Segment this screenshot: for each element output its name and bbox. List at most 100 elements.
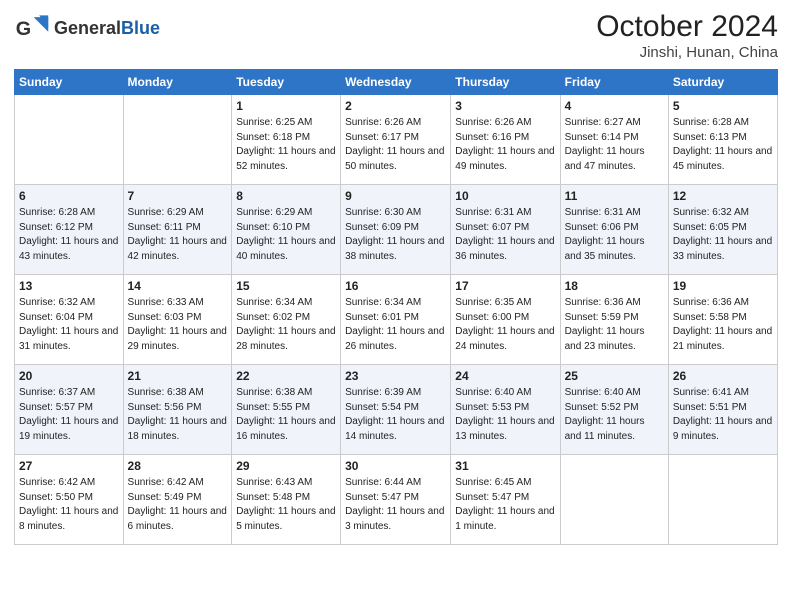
day-number: 7 — [128, 188, 228, 204]
day-number: 5 — [673, 98, 773, 114]
page: G GeneralBlue October 2024 Jinshi, Hunan… — [0, 0, 792, 612]
calendar-subtitle: Jinshi, Hunan, China — [596, 44, 778, 61]
day-number: 10 — [455, 188, 555, 204]
day-cell — [15, 95, 124, 185]
weekday-friday: Friday — [560, 70, 668, 95]
day-cell: 1 Sunrise: 6:25 AMSunset: 6:18 PMDaylight… — [232, 95, 341, 185]
day-number: 9 — [345, 188, 446, 204]
week-row-4: 20 Sunrise: 6:37 AMSunset: 5:57 PMDayligh… — [15, 365, 778, 455]
day-info: Sunrise: 6:29 AMSunset: 6:11 PMDaylight:… — [128, 207, 227, 262]
day-info: Sunrise: 6:40 AMSunset: 5:53 PMDaylight:… — [455, 387, 554, 442]
day-info: Sunrise: 6:27 AMSunset: 6:14 PMDaylight:… — [565, 117, 645, 172]
weekday-header-row: SundayMondayTuesdayWednesdayThursdayFrid… — [15, 70, 778, 95]
day-number: 25 — [565, 368, 664, 384]
day-cell: 14 Sunrise: 6:33 AMSunset: 6:03 PMDayligh… — [123, 275, 232, 365]
day-number: 8 — [236, 188, 336, 204]
day-cell: 29 Sunrise: 6:43 AMSunset: 5:48 PMDayligh… — [232, 455, 341, 545]
day-cell: 10 Sunrise: 6:31 AMSunset: 6:07 PMDayligh… — [451, 185, 560, 275]
day-info: Sunrise: 6:26 AMSunset: 6:16 PMDaylight:… — [455, 117, 554, 172]
day-number: 2 — [345, 98, 446, 114]
day-cell: 24Sunrise: 6:40 AMSunset: 5:53 PMDayligh… — [451, 365, 560, 455]
day-info: Sunrise: 6:34 AMSunset: 6:02 PMDaylight:… — [236, 297, 335, 352]
logo-icon: G — [14, 10, 50, 46]
day-info: Sunrise: 6:28 AMSunset: 6:13 PMDaylight:… — [673, 117, 772, 172]
day-number: 27 — [19, 458, 119, 474]
day-number: 21 — [128, 368, 228, 384]
day-cell: 20 Sunrise: 6:37 AMSunset: 5:57 PMDayligh… — [15, 365, 124, 455]
day-number: 30 — [345, 458, 446, 474]
weekday-saturday: Saturday — [668, 70, 777, 95]
day-info: Sunrise: 6:44 AMSunset: 5:47 PMDaylight:… — [345, 477, 444, 532]
day-cell: 5 Sunrise: 6:28 AMSunset: 6:13 PMDaylight… — [668, 95, 777, 185]
svg-text:G: G — [16, 18, 31, 40]
day-cell: 25Sunrise: 6:40 AMSunset: 5:52 PMDayligh… — [560, 365, 668, 455]
weekday-tuesday: Tuesday — [232, 70, 341, 95]
day-info: Sunrise: 6:28 AMSunset: 6:12 PMDaylight:… — [19, 207, 118, 262]
day-number: 12 — [673, 188, 773, 204]
day-cell — [668, 455, 777, 545]
day-number: 11 — [565, 188, 664, 204]
day-number: 13 — [19, 278, 119, 294]
calendar-table: SundayMondayTuesdayWednesdayThursdayFrid… — [14, 69, 778, 545]
day-cell — [123, 95, 232, 185]
day-number: 15 — [236, 278, 336, 294]
week-row-2: 6 Sunrise: 6:28 AMSunset: 6:12 PMDaylight… — [15, 185, 778, 275]
weekday-sunday: Sunday — [15, 70, 124, 95]
weekday-monday: Monday — [123, 70, 232, 95]
calendar-title: October 2024 — [596, 10, 778, 44]
logo: G GeneralBlue — [14, 10, 160, 46]
day-cell: 16 Sunrise: 6:34 AMSunset: 6:01 PMDayligh… — [341, 275, 451, 365]
day-number: 22 — [236, 368, 336, 384]
day-number: 23 — [345, 368, 446, 384]
day-cell: 4Sunrise: 6:27 AMSunset: 6:14 PMDaylight… — [560, 95, 668, 185]
logo-text: GeneralBlue — [54, 18, 160, 39]
day-info: Sunrise: 6:32 AMSunset: 6:05 PMDaylight:… — [673, 207, 772, 262]
day-cell: 18Sunrise: 6:36 AMSunset: 5:59 PMDayligh… — [560, 275, 668, 365]
title-area: October 2024 Jinshi, Hunan, China — [596, 10, 778, 61]
day-info: Sunrise: 6:25 AMSunset: 6:18 PMDaylight:… — [236, 117, 335, 172]
day-cell: 12 Sunrise: 6:32 AMSunset: 6:05 PMDayligh… — [668, 185, 777, 275]
day-info: Sunrise: 6:43 AMSunset: 5:48 PMDaylight:… — [236, 477, 335, 532]
day-number: 16 — [345, 278, 446, 294]
day-cell: 23 Sunrise: 6:39 AMSunset: 5:54 PMDayligh… — [341, 365, 451, 455]
day-cell: 21 Sunrise: 6:38 AMSunset: 5:56 PMDayligh… — [123, 365, 232, 455]
day-info: Sunrise: 6:36 AMSunset: 5:59 PMDaylight:… — [565, 297, 645, 352]
week-row-3: 13Sunrise: 6:32 AMSunset: 6:04 PMDayligh… — [15, 275, 778, 365]
day-number: 29 — [236, 458, 336, 474]
day-info: Sunrise: 6:34 AMSunset: 6:01 PMDaylight:… — [345, 297, 444, 352]
day-cell: 8Sunrise: 6:29 AMSunset: 6:10 PMDaylight… — [232, 185, 341, 275]
day-number: 3 — [455, 98, 555, 114]
day-cell: 26Sunrise: 6:41 AMSunset: 5:51 PMDayligh… — [668, 365, 777, 455]
weekday-wednesday: Wednesday — [341, 70, 451, 95]
day-info: Sunrise: 6:30 AMSunset: 6:09 PMDaylight:… — [345, 207, 444, 262]
day-info: Sunrise: 6:26 AMSunset: 6:17 PMDaylight:… — [345, 117, 444, 172]
day-info: Sunrise: 6:33 AMSunset: 6:03 PMDaylight:… — [128, 297, 227, 352]
day-number: 28 — [128, 458, 228, 474]
day-cell: 19Sunrise: 6:36 AMSunset: 5:58 PMDayligh… — [668, 275, 777, 365]
day-info: Sunrise: 6:31 AMSunset: 6:06 PMDaylight:… — [565, 207, 645, 262]
day-number: 17 — [455, 278, 555, 294]
day-cell: 13Sunrise: 6:32 AMSunset: 6:04 PMDayligh… — [15, 275, 124, 365]
day-cell: 7 Sunrise: 6:29 AMSunset: 6:11 PMDaylight… — [123, 185, 232, 275]
day-cell: 11 Sunrise: 6:31 AMSunset: 6:06 PMDayligh… — [560, 185, 668, 275]
day-cell: 9 Sunrise: 6:30 AMSunset: 6:09 PMDaylight… — [341, 185, 451, 275]
day-number: 14 — [128, 278, 228, 294]
day-info: Sunrise: 6:37 AMSunset: 5:57 PMDaylight:… — [19, 387, 118, 442]
day-cell: 17Sunrise: 6:35 AMSunset: 6:00 PMDayligh… — [451, 275, 560, 365]
day-cell: 31 Sunrise: 6:45 AMSunset: 5:47 PMDayligh… — [451, 455, 560, 545]
header: G GeneralBlue October 2024 Jinshi, Hunan… — [14, 10, 778, 61]
day-info: Sunrise: 6:39 AMSunset: 5:54 PMDaylight:… — [345, 387, 444, 442]
day-number: 26 — [673, 368, 773, 384]
day-number: 6 — [19, 188, 119, 204]
day-info: Sunrise: 6:38 AMSunset: 5:56 PMDaylight:… — [128, 387, 227, 442]
day-number: 20 — [19, 368, 119, 384]
day-number: 1 — [236, 98, 336, 114]
day-info: Sunrise: 6:31 AMSunset: 6:07 PMDaylight:… — [455, 207, 554, 262]
day-cell — [560, 455, 668, 545]
day-info: Sunrise: 6:42 AMSunset: 5:49 PMDaylight:… — [128, 477, 227, 532]
day-cell: 28 Sunrise: 6:42 AMSunset: 5:49 PMDayligh… — [123, 455, 232, 545]
day-cell: 3 Sunrise: 6:26 AMSunset: 6:16 PMDaylight… — [451, 95, 560, 185]
day-number: 31 — [455, 458, 555, 474]
day-info: Sunrise: 6:45 AMSunset: 5:47 PMDaylight:… — [455, 477, 554, 532]
day-cell: 22Sunrise: 6:38 AMSunset: 5:55 PMDayligh… — [232, 365, 341, 455]
